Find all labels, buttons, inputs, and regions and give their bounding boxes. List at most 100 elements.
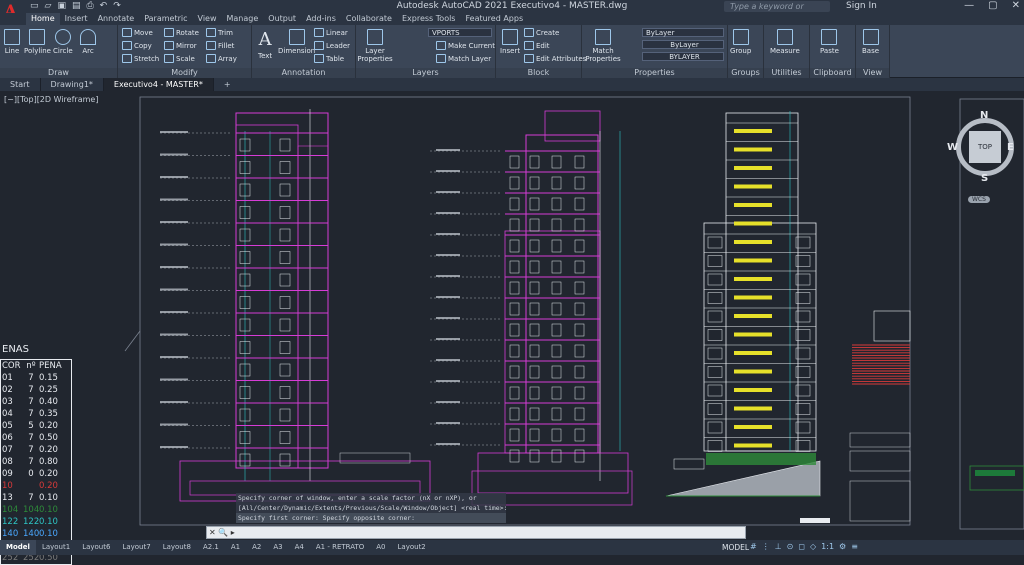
layers-panel-title[interactable]: Layers bbox=[356, 68, 495, 78]
layout-tab[interactable]: Layout1 bbox=[36, 540, 76, 555]
annotation-panel-title[interactable]: Annotation bbox=[252, 68, 355, 78]
model-space-indicator[interactable]: MODEL bbox=[722, 543, 749, 552]
block-panel-title[interactable]: Block bbox=[496, 68, 581, 78]
new-file-icon[interactable]: ▭ bbox=[30, 1, 39, 11]
table-button[interactable]: Table bbox=[314, 54, 344, 63]
measure-button[interactable]: Measure bbox=[770, 29, 800, 55]
arc-button[interactable]: Arc bbox=[80, 29, 96, 55]
print-icon[interactable]: ⎙ bbox=[86, 1, 93, 11]
base-view-button[interactable]: Base bbox=[862, 29, 879, 55]
doc-tab-drawing1[interactable]: Drawing1* bbox=[41, 78, 104, 91]
compass-east[interactable]: E bbox=[1007, 142, 1014, 153]
compass-west[interactable]: W bbox=[947, 142, 958, 153]
tab-annotate[interactable]: Annotate bbox=[93, 13, 140, 25]
new-tab-button[interactable]: + bbox=[214, 78, 241, 91]
utilities-panel-title[interactable]: Utilities bbox=[764, 68, 809, 78]
modify-panel-title[interactable]: Modify bbox=[118, 68, 251, 78]
tab-addins[interactable]: Add-ins bbox=[301, 13, 341, 25]
layout-tab[interactable]: Layout7 bbox=[116, 540, 156, 555]
view-panel-title[interactable]: View bbox=[856, 68, 889, 78]
trim-button[interactable]: Trim bbox=[206, 28, 233, 37]
layout-tab[interactable]: A0 bbox=[370, 540, 391, 555]
undo-icon[interactable]: ↶ bbox=[100, 1, 108, 11]
tab-express-tools[interactable]: Express Tools bbox=[397, 13, 461, 25]
clipboard-panel-title[interactable]: Clipboard bbox=[810, 68, 855, 78]
tab-output[interactable]: Output bbox=[263, 13, 301, 25]
dimension-button[interactable]: Dimension bbox=[278, 29, 315, 55]
scale-button[interactable]: Scale bbox=[164, 54, 195, 63]
text-button[interactable]: A Text bbox=[258, 29, 272, 60]
command-input[interactable] bbox=[206, 526, 746, 539]
layout-tab[interactable]: Layout2 bbox=[392, 540, 432, 555]
tab-manage[interactable]: Manage bbox=[222, 13, 264, 25]
layout-tab[interactable]: A1 bbox=[225, 540, 246, 555]
insert-button[interactable]: Insert bbox=[500, 29, 520, 55]
draw-panel-title[interactable]: Draw bbox=[0, 68, 117, 78]
tab-featured-apps[interactable]: Featured Apps bbox=[460, 13, 528, 25]
annotation-scale-icon[interactable]: 1:1 bbox=[821, 542, 834, 551]
wcs-menu[interactable]: WCS bbox=[968, 196, 990, 203]
sign-in-button[interactable]: Sign In bbox=[846, 1, 877, 11]
open-file-icon[interactable]: ▱ bbox=[45, 1, 52, 11]
color-dropdown[interactable]: ByLayer bbox=[642, 28, 724, 37]
groups-panel-title[interactable]: Groups bbox=[728, 68, 763, 78]
paste-button[interactable]: Paste bbox=[820, 29, 839, 55]
search-input[interactable]: Type a keyword or phrase bbox=[724, 1, 830, 22]
close-icon[interactable]: ✕ bbox=[1012, 0, 1020, 11]
layout-tab[interactable]: A3 bbox=[267, 540, 288, 555]
group-button[interactable]: Group bbox=[730, 29, 751, 55]
layout-tab[interactable]: A2.1 bbox=[197, 540, 225, 555]
layout-tab[interactable]: A2 bbox=[246, 540, 267, 555]
save-icon[interactable]: ▣ bbox=[57, 1, 66, 11]
snap-icon[interactable]: ⋮ bbox=[762, 542, 770, 551]
edit-block-button[interactable]: Edit bbox=[524, 41, 550, 50]
layout-tab[interactable]: Model bbox=[0, 540, 36, 555]
doc-tab-executivo4[interactable]: Executivo4 - MASTER* bbox=[103, 78, 214, 91]
make-current-button[interactable]: Make Current bbox=[436, 41, 495, 50]
properties-panel-title[interactable]: Properties bbox=[582, 68, 727, 78]
grid-icon[interactable]: # bbox=[750, 542, 757, 551]
fillet-button[interactable]: Fillet bbox=[206, 41, 234, 50]
create-block-button[interactable]: Create bbox=[524, 28, 559, 37]
line-button[interactable]: Line bbox=[4, 29, 20, 55]
viewport-label[interactable]: [−][Top][2D Wireframe] bbox=[4, 95, 98, 104]
compass-north[interactable]: N bbox=[980, 110, 988, 121]
layout-tab[interactable]: A1 - RETRATO bbox=[310, 540, 370, 555]
doc-tab-start[interactable]: Start bbox=[0, 78, 41, 91]
array-button[interactable]: Array bbox=[206, 54, 237, 63]
layout-tab[interactable]: A4 bbox=[289, 540, 310, 555]
isodraft-icon[interactable]: ◇ bbox=[810, 542, 816, 551]
redo-icon[interactable]: ↷ bbox=[113, 1, 121, 11]
circle-button[interactable]: Circle bbox=[53, 29, 73, 55]
leader-button[interactable]: Leader bbox=[314, 41, 350, 50]
layer-properties-button[interactable]: Layer Properties bbox=[357, 29, 393, 63]
command-line-icons[interactable]: ✕ 🔍 ▸ bbox=[206, 526, 236, 539]
save-as-icon[interactable]: ▤ bbox=[72, 1, 81, 11]
tab-home[interactable]: Home bbox=[26, 13, 60, 25]
tab-collaborate[interactable]: Collaborate bbox=[341, 13, 397, 25]
tab-view[interactable]: View bbox=[193, 13, 222, 25]
view-cube-top-face[interactable]: TOP bbox=[969, 131, 1001, 163]
tab-insert[interactable]: Insert bbox=[60, 13, 93, 25]
layout-tab[interactable]: Layout8 bbox=[157, 540, 197, 555]
mirror-button[interactable]: Mirror bbox=[164, 41, 197, 50]
osnap-icon[interactable]: ◻ bbox=[798, 542, 805, 551]
stretch-button[interactable]: Stretch bbox=[122, 54, 159, 63]
compass-south[interactable]: S bbox=[981, 173, 988, 184]
linetype-dropdown[interactable]: ByLayer bbox=[642, 40, 724, 49]
settings-gear-icon[interactable]: ⚙ bbox=[839, 542, 846, 551]
edit-attributes-button[interactable]: Edit Attributes bbox=[524, 54, 586, 63]
drawing-canvas[interactable] bbox=[0, 91, 1024, 540]
match-properties-button[interactable]: Match Properties bbox=[585, 29, 621, 63]
move-button[interactable]: Move bbox=[122, 28, 153, 37]
polyline-button[interactable]: Polyline bbox=[24, 29, 51, 55]
tab-parametric[interactable]: Parametric bbox=[139, 13, 192, 25]
minimize-icon[interactable]: — bbox=[964, 0, 974, 11]
ortho-icon[interactable]: ⊥ bbox=[775, 542, 782, 551]
rotate-button[interactable]: Rotate bbox=[164, 28, 199, 37]
lineweight-dropdown[interactable]: BYLAYER bbox=[642, 52, 724, 61]
linear-button[interactable]: Linear bbox=[314, 28, 348, 37]
view-cube[interactable]: TOP N S E W bbox=[947, 110, 1020, 190]
maximize-icon[interactable]: ▢ bbox=[988, 0, 997, 11]
layout-tab[interactable]: Layout6 bbox=[76, 540, 116, 555]
